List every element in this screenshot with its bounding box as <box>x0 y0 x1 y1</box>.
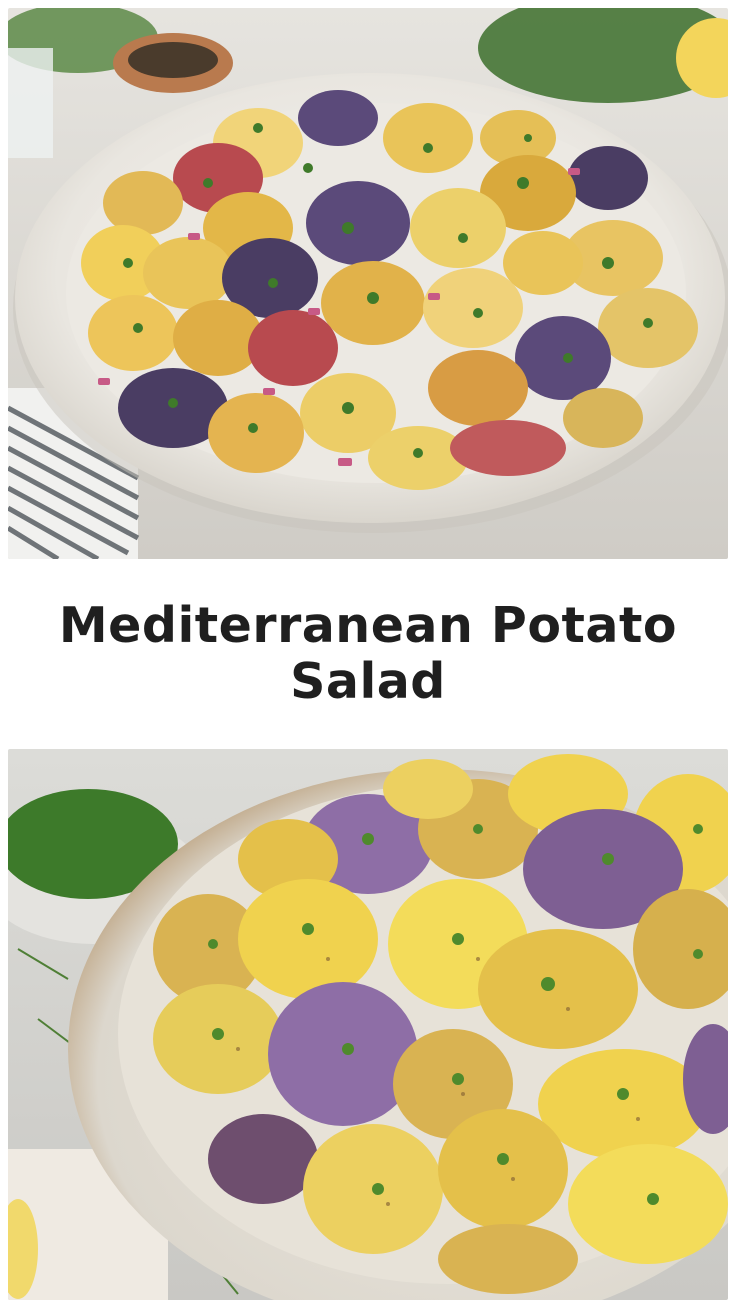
title-block: Mediterranean Potato Salad <box>0 560 736 748</box>
hero-photo-bottom <box>8 749 728 1300</box>
potato-salad-illustration-bottom <box>8 749 728 1300</box>
recipe-title: Mediterranean Potato Salad <box>58 597 678 710</box>
hero-photo-top <box>8 8 728 559</box>
potato-salad-illustration-top <box>8 8 728 559</box>
